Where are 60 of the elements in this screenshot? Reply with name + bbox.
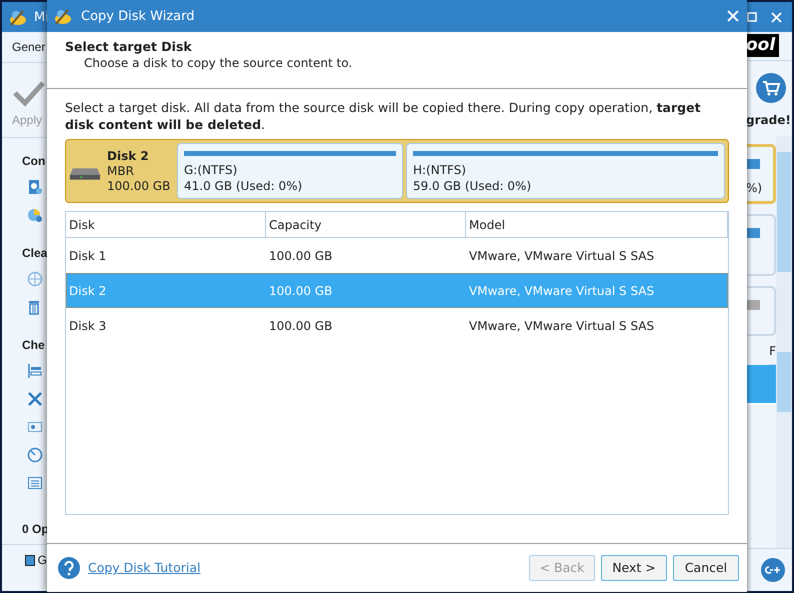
- card-icon[interactable]: [27, 419, 43, 435]
- close-icon[interactable]: [771, 12, 782, 22]
- partition-icon[interactable]: [27, 363, 43, 379]
- partition-block[interactable]: H:(NTFS) 59.0 GB (Used: 0%): [406, 143, 725, 199]
- card-text: %): [746, 181, 764, 195]
- disk-size: 100.00 GB: [107, 178, 170, 194]
- partition-usage: 59.0 GB (Used: 0%): [412, 178, 532, 194]
- table-cell-text: Disk 2: [68, 284, 108, 298]
- legend-label: G: [38, 553, 47, 567]
- instruction-text: Select a target disk. All data from the source disk will be copied there. During copy operation, target disk content will be deleted.: [65, 99, 702, 133]
- list-icon[interactable]: [27, 475, 43, 491]
- table-cell-text: Disk 3: [68, 318, 108, 332]
- hard-drive-icon: [69, 167, 101, 181]
- partition-label: H:(NTFS): [412, 162, 468, 178]
- column-header[interactable]: Disk: [66, 212, 266, 237]
- menu-item[interactable]: Gener: [12, 40, 46, 54]
- dialog-button[interactable]: Cancel: [673, 554, 739, 580]
- partition-bar: [746, 159, 760, 169]
- help-icon[interactable]: [58, 556, 80, 578]
- globe-icon[interactable]: [27, 271, 43, 287]
- table-cell-text: VMware, VMware Virtual S SAS: [468, 284, 656, 298]
- table-row[interactable]: Disk 1 100.00 GB VMware, VMware Virtual S SAS: [66, 238, 728, 273]
- cart-icon[interactable]: [756, 73, 786, 103]
- selected-row[interactable]: [746, 365, 776, 405]
- section-heading: Clea: [22, 246, 48, 260]
- table-cell-text: 100.00 GB: [268, 318, 334, 332]
- column-header[interactable]: Model: [466, 212, 728, 237]
- column-header[interactable]: Capacity: [266, 212, 466, 237]
- check-icon[interactable]: [12, 79, 46, 107]
- pie-icon[interactable]: [27, 207, 43, 223]
- scrollbar[interactable]: [776, 136, 792, 336]
- disk-icon[interactable]: [27, 179, 43, 195]
- disk-name: Disk 2: [107, 148, 150, 164]
- dialog-button[interactable]: Next >: [601, 554, 667, 580]
- table-cell-text: Disk 1: [68, 248, 108, 262]
- section-heading: Che: [22, 338, 45, 352]
- table-row[interactable]: Disk 3 100.00 GB VMware, VMware Virtual S SAS: [66, 308, 728, 343]
- partition-bar: [746, 228, 760, 238]
- upgrade-label[interactable]: grade!: [746, 113, 791, 127]
- partition-block[interactable]: G:(NTFS) 41.0 GB (Used: 0%): [177, 143, 403, 199]
- close-icon[interactable]: [727, 10, 739, 22]
- tutorial-link[interactable]: Copy Disk Tutorial: [88, 560, 521, 575]
- legend-swatch: [25, 554, 35, 566]
- section-heading: Con: [22, 154, 46, 168]
- table-cell-text: VMware, VMware Virtual S SAS: [468, 318, 656, 332]
- dialog-title: Copy Disk Wizard: [81, 8, 196, 24]
- step-heading: Select target Disk: [65, 39, 193, 54]
- table-cell-text: VMware, VMware Virtual S SAS: [468, 248, 656, 262]
- scrollbar[interactable]: [776, 336, 792, 548]
- gauge-icon[interactable]: [27, 447, 43, 463]
- maximize-icon[interactable]: [747, 12, 757, 22]
- step-subheading: Choose a disk to copy the source content to.: [83, 56, 354, 70]
- partition-bar: [746, 300, 760, 310]
- disk-card[interactable]: Disk 2 MBR 100.00 GB G:(NTFS) 41.0 GB (Used: 0%) H:(NTFS) 59.0 GB (Used: 0%): [65, 139, 729, 203]
- table-cell-text: 100.00 GB: [268, 284, 334, 298]
- disk-type: MBR: [107, 164, 135, 178]
- partition-label: G:(NTFS): [184, 162, 238, 178]
- table-cell-text: 100.00 GB: [268, 248, 334, 262]
- partition-usage: 41.0 GB (Used: 0%): [184, 178, 304, 194]
- logo: ool: [746, 34, 780, 60]
